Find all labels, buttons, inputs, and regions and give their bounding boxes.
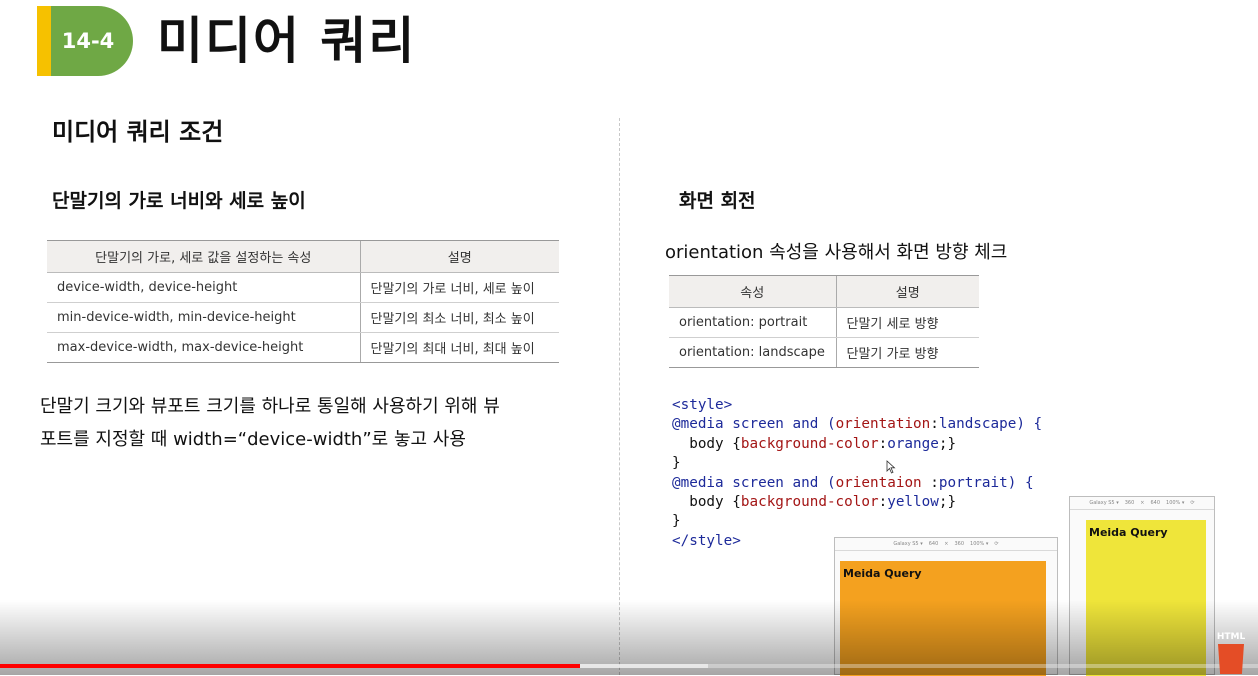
code-token: @media	[672, 474, 724, 491]
table-header-row: 단말기의 가로, 세로 값을 설정하는 속성 설명	[47, 240, 559, 273]
code-token: :	[878, 435, 888, 452]
rotate-icon: ⟳	[994, 541, 999, 547]
table-cell: device-width, device-height	[47, 272, 360, 303]
code-token: ) {	[1016, 416, 1043, 433]
code-token: screen	[732, 416, 784, 433]
rotate-icon: ⟳	[1190, 500, 1195, 506]
code-token: }	[672, 455, 681, 472]
table-header: 속성	[669, 275, 836, 308]
orientation-description: orientation 속성을 사용해서 화면 방향 체크	[665, 242, 1008, 263]
code-token: :	[930, 416, 939, 433]
table-cell: 단말기 가로 방향	[835, 337, 979, 368]
section-number: 14-4	[61, 29, 115, 53]
zoom-select: 100% ▾	[970, 541, 989, 547]
code-token: yellow	[887, 494, 939, 511]
orientation-table: 속성 설명 orientation: portrait 단말기 세로 방향 or…	[669, 275, 979, 368]
height-value: 640	[1150, 500, 1161, 506]
viewport-note-line: 포트를 지정할 때 width=“device-width”로 놓고 사용	[40, 429, 466, 450]
table-cell: 단말기의 최소 너비, 최소 높이	[359, 302, 559, 333]
section-title: 미디어 쿼리 조건	[52, 118, 224, 146]
table-header-row: 속성 설명	[669, 275, 979, 308]
code-token: :	[921, 474, 939, 491]
preview-label: Meida Query	[1089, 526, 1168, 539]
code-token: (	[826, 416, 836, 433]
table-header: 설명	[359, 240, 559, 273]
code-token: orange	[887, 435, 939, 452]
video-progress-played[interactable]	[0, 664, 580, 668]
code-token: }	[672, 513, 681, 530]
zoom-select: 100% ▾	[1166, 500, 1185, 506]
code-token: body {	[672, 435, 741, 452]
media-query-code: <style> @media screen and (orientation:l…	[672, 396, 1042, 551]
code-token: portrait	[938, 474, 1008, 491]
table-cell: 단말기의 가로 너비, 세로 높이	[359, 272, 559, 303]
code-token: ;}	[938, 494, 957, 511]
device-select: Galaxy S5 ▾	[893, 541, 923, 547]
column-divider	[619, 118, 620, 675]
times-sign: ×	[944, 541, 949, 547]
table-cell: min-device-width, min-device-height	[47, 302, 360, 333]
device-select: Galaxy S5 ▾	[1089, 500, 1119, 506]
code-token: orientation	[835, 416, 931, 433]
viewport-note: 단말기 크기와 뷰포트 크기를 하나로 통일해 사용하기 위해 뷰 포트를 지정…	[40, 390, 500, 456]
table-row: orientation: landscape 단말기 가로 방향	[669, 337, 979, 368]
table-cell: max-device-width, max-device-height	[47, 332, 360, 363]
code-token: :	[878, 494, 888, 511]
code-token: @media	[672, 416, 724, 433]
viewport-note-line: 단말기 크기와 뷰포트 크기를 하나로 통일해 사용하기 위해 뷰	[40, 396, 500, 417]
page-title: 미디어 쿼리	[157, 12, 417, 70]
section-badge: 14-4	[51, 6, 133, 76]
html5-shield-icon	[1218, 644, 1244, 674]
table-cell: 단말기 세로 방향	[835, 307, 979, 338]
code-token: ) {	[1007, 474, 1034, 491]
table-header: 단말기의 가로, 세로 값을 설정하는 속성	[47, 240, 360, 273]
code-token: and	[792, 474, 819, 491]
width-value: 360	[1124, 500, 1135, 506]
table-cell: 단말기의 최대 너비, 최대 높이	[359, 332, 559, 363]
code-token: background-color	[740, 494, 879, 511]
table-header: 설명	[835, 275, 979, 308]
code-token: </style>	[672, 532, 741, 549]
table-cell: orientation: portrait	[669, 307, 836, 338]
code-token: orientaion	[835, 474, 922, 491]
code-token: and	[792, 416, 819, 433]
code-token: background-color	[740, 435, 879, 452]
width-value: 640	[928, 541, 939, 547]
device-size-table: 단말기의 가로, 세로 값을 설정하는 속성 설명 device-width, …	[47, 240, 559, 363]
subsection-title-device: 단말기의 가로 너비와 세로 높이	[52, 190, 306, 212]
code-token: ;}	[938, 435, 957, 452]
table-row: min-device-width, min-device-height 단말기의…	[47, 302, 559, 333]
table-row: max-device-width, max-device-height 단말기의…	[47, 332, 559, 363]
html5-logo-text: HTML	[1216, 632, 1246, 642]
code-token: body {	[672, 494, 741, 511]
table-cell: orientation: landscape	[669, 337, 836, 368]
mouse-cursor-icon	[886, 460, 896, 474]
code-token: screen	[732, 474, 784, 491]
times-sign: ×	[1140, 500, 1145, 506]
code-token: landscape	[938, 416, 1017, 433]
html5-logo: HTML	[1214, 632, 1248, 675]
preview-toolbar: Galaxy S5 ▾ 640 × 360 100% ▾ ⟳	[835, 538, 1057, 551]
subsection-title-rotation: 화면 회전	[679, 190, 756, 212]
preview-label: Meida Query	[843, 567, 922, 580]
code-token: <style>	[672, 397, 733, 413]
table-row: orientation: portrait 단말기 세로 방향	[669, 307, 979, 338]
badge-accent	[37, 6, 51, 76]
code-token: (	[826, 474, 836, 491]
table-row: device-width, device-height 단말기의 가로 너비, …	[47, 272, 559, 303]
height-value: 360	[954, 541, 965, 547]
preview-toolbar: Galaxy S5 ▾ 360 × 640 100% ▾ ⟳	[1070, 497, 1214, 510]
